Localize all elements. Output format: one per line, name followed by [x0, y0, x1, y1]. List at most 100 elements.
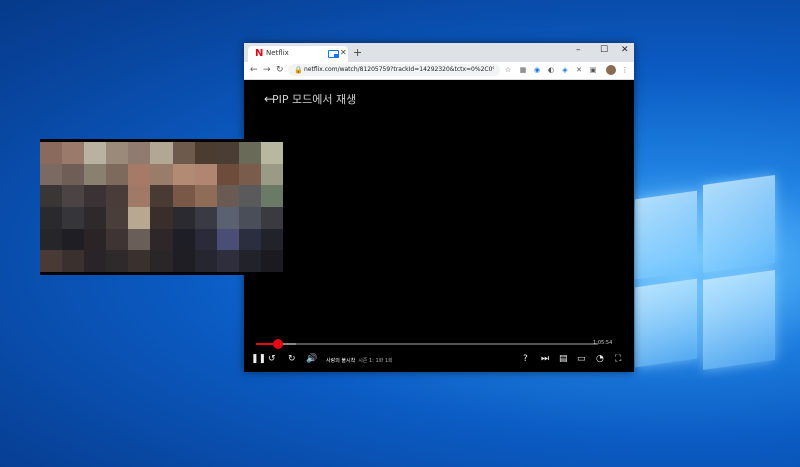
pip-pixel	[150, 185, 173, 207]
pip-pixel	[106, 228, 129, 251]
pip-pixel	[194, 185, 217, 207]
pip-pixel	[172, 228, 195, 251]
volume-icon[interactable]: 🔊	[306, 355, 317, 364]
pip-pixel	[172, 250, 195, 272]
pip-pixel	[106, 142, 129, 164]
windows-logo	[635, 174, 775, 385]
pip-pixel	[128, 206, 151, 229]
extension-icon-5[interactable]: ✕	[575, 66, 583, 74]
pip-pixel	[84, 250, 107, 272]
forward-button[interactable]: →	[263, 65, 271, 75]
pip-pixel	[106, 250, 129, 272]
extension-icon-6[interactable]: ▣	[589, 66, 597, 74]
pip-pixel	[106, 163, 129, 186]
next-episode-icon[interactable]: ⏭	[541, 355, 549, 364]
speed-icon[interactable]: ◔	[596, 355, 604, 364]
pip-pixel	[238, 228, 261, 251]
pip-video-frame	[40, 142, 283, 272]
pip-pixel	[260, 250, 283, 272]
reload-button[interactable]: ↻	[276, 65, 284, 75]
pip-pixel	[216, 206, 239, 229]
back-button[interactable]: ←	[250, 65, 258, 75]
pip-pixel	[62, 228, 85, 251]
pip-window[interactable]	[40, 139, 284, 275]
pip-pixel	[172, 163, 195, 186]
pip-pixel	[216, 228, 239, 251]
show-title: 사랑의 불시착	[326, 358, 356, 364]
video-player[interactable]: ← PIP 모드에서 재생 1:05:54 ❚❚ ↺ ↻ 🔊 사랑의 불시착 시즌…	[244, 80, 634, 372]
bookmark-star-icon[interactable]: ☆	[504, 66, 512, 74]
now-playing: 사랑의 불시착 시즌 1: 1화 1회	[326, 357, 393, 364]
progress-bar[interactable]	[256, 339, 598, 349]
pip-pixel	[40, 142, 63, 164]
pip-pixel	[194, 206, 217, 229]
rewind-10-icon[interactable]: ↺	[268, 355, 276, 364]
pip-pixel	[128, 185, 151, 207]
pip-pixel	[62, 206, 85, 229]
subtitles-icon[interactable]: ▭	[577, 355, 586, 364]
pip-pixel	[194, 228, 217, 251]
time-remaining: 1:05:54	[593, 340, 613, 346]
extension-icon-4[interactable]: ◈	[561, 66, 569, 74]
pip-pixel	[194, 142, 217, 164]
extension-icon-2[interactable]: ◉	[533, 66, 541, 74]
pip-pixel	[150, 163, 173, 186]
pip-pixel	[238, 163, 261, 186]
pip-pixel	[216, 142, 239, 164]
pip-pixel	[84, 185, 107, 207]
pip-pixel	[62, 250, 85, 272]
tab-title: Netflix	[266, 49, 289, 57]
pip-pixel	[238, 185, 261, 207]
new-tab-button[interactable]: +	[353, 46, 362, 59]
tab-close-button[interactable]: ✕	[340, 48, 347, 57]
pip-pixel	[40, 228, 63, 251]
pip-pixel	[84, 142, 107, 164]
pip-pixel	[260, 185, 283, 207]
pip-pixel	[172, 206, 195, 229]
url-text: netflix.com/watch/81205759?trackId=14292…	[304, 66, 494, 73]
pip-indicator-icon	[328, 50, 339, 58]
episode-label: 시즌 1: 1화 1회	[358, 358, 393, 364]
extension-icon-1[interactable]: ▦	[519, 66, 527, 74]
profile-avatar[interactable]	[606, 65, 616, 75]
forward-10-icon[interactable]: ↻	[288, 355, 296, 364]
address-toolbar: ← → ↻ 🔒 netflix.com/watch/81205759?track…	[244, 62, 634, 80]
pip-pixel	[40, 185, 63, 207]
help-icon[interactable]: ?	[523, 355, 528, 364]
minimize-button[interactable]: –	[576, 45, 581, 55]
pip-pixel	[172, 185, 195, 207]
close-window-button[interactable]: ✕	[621, 45, 629, 55]
pip-pixel	[150, 142, 173, 164]
pip-pixel	[260, 142, 283, 164]
pip-pixel	[216, 185, 239, 207]
pip-pixel	[238, 250, 261, 272]
pip-pixel	[238, 142, 261, 164]
pip-pixel	[40, 163, 63, 186]
maximize-button[interactable]: ☐	[600, 45, 608, 55]
pip-pixel	[40, 206, 63, 229]
address-bar[interactable]: 🔒 netflix.com/watch/81205759?trackId=142…	[288, 64, 500, 76]
menu-kebab-icon[interactable]: ⋮	[621, 66, 629, 74]
episodes-icon[interactable]: ▤	[559, 355, 568, 364]
progress-knob[interactable]	[273, 339, 283, 349]
pip-pixel	[128, 250, 151, 272]
tab-netflix[interactable]: N Netflix ✕	[248, 46, 348, 62]
tab-bar: N Netflix ✕ + – ☐ ✕	[244, 43, 634, 62]
pause-icon[interactable]: ❚❚	[251, 355, 266, 364]
pip-pixel	[150, 250, 173, 272]
pip-pixel	[150, 228, 173, 251]
pip-pixel	[216, 163, 239, 186]
pip-pixel	[216, 250, 239, 272]
extension-icon-3[interactable]: ◐	[547, 66, 555, 74]
pip-pixel	[62, 185, 85, 207]
pip-pixel	[62, 142, 85, 164]
pip-pixel	[238, 206, 261, 229]
fullscreen-icon[interactable]: ⛶	[615, 355, 621, 364]
netflix-logo-icon: N	[255, 48, 264, 59]
pip-pixel	[172, 142, 195, 164]
pip-pixel	[84, 206, 107, 229]
pip-mode-message: PIP 모드에서 재생	[272, 93, 357, 106]
pip-pixel	[194, 163, 217, 186]
browser-window: N Netflix ✕ + – ☐ ✕ ← → ↻ 🔒 netflix.com/…	[244, 43, 634, 372]
pip-pixel	[106, 206, 129, 229]
